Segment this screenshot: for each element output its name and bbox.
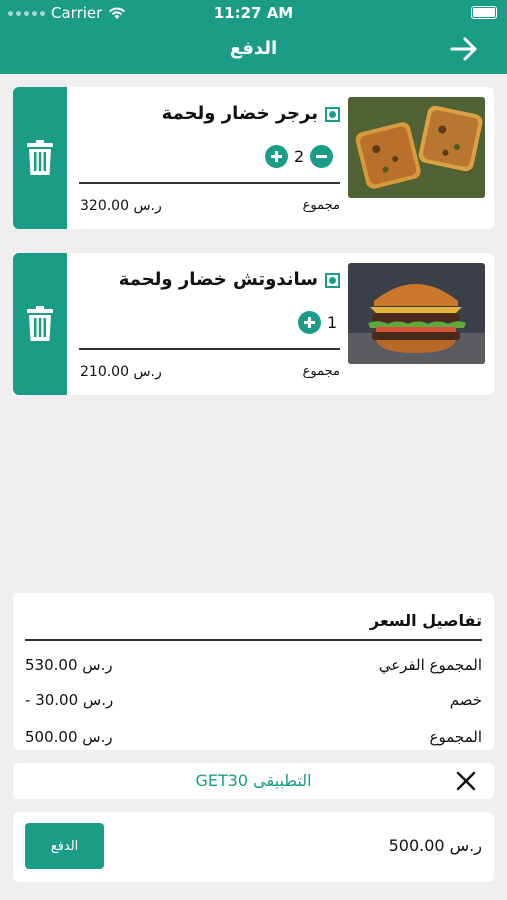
quantity-stepper: 2 <box>265 144 334 168</box>
checkout-footer: الدفع ر.س 500.00 <box>13 812 494 882</box>
total-value: ر.س 500.00 <box>25 728 113 746</box>
veg-indicator-icon <box>325 107 340 122</box>
subtotal-value: ر.س 530.00 <box>25 656 113 674</box>
subtotal-row: المجموع الفرعي ر.س 530.00 <box>25 656 482 678</box>
burger-photo-icon <box>348 263 485 364</box>
toast-photo-icon <box>348 97 485 198</box>
plus-icon[interactable] <box>265 144 288 168</box>
page-title: الدفع <box>229 38 278 59</box>
item-total-label: مجموع <box>302 198 340 213</box>
total-row: المجموع ر.س 500.00 <box>25 728 482 750</box>
discount-value: - ر.س 30.00 <box>25 691 114 709</box>
item-total-label: مجموع <box>302 364 340 379</box>
quantity-value: 2 <box>294 146 305 166</box>
trash-icon <box>27 140 53 175</box>
coupon-bar: التطبيقى GET30 <box>13 763 494 799</box>
item-price: ر.س 210.00 <box>80 364 162 380</box>
clock: 11:27 AM <box>213 4 294 22</box>
footer-total: ر.س 500.00 <box>388 836 482 855</box>
veg-indicator-icon <box>325 273 340 288</box>
quantity-value: 1 <box>327 312 338 332</box>
plus-icon[interactable] <box>298 310 321 334</box>
cart-item: برجر خضار ولحمة 2 ر.س 320.00 مجموع <box>13 87 494 229</box>
minus-icon[interactable] <box>310 144 334 168</box>
item-price: ر.س 320.00 <box>80 198 162 214</box>
divider <box>25 639 482 641</box>
discount-row: خصم - ر.س 30.00 <box>25 691 482 713</box>
item-name: برجر خضار ولحمة <box>161 103 318 124</box>
delete-button[interactable] <box>13 253 67 395</box>
trash-icon <box>27 306 53 341</box>
status-bar: Carrier 11:27 AM <box>0 0 507 26</box>
applied-coupon: التطبيقى GET30 <box>195 771 312 790</box>
pay-button[interactable]: الدفع <box>25 823 104 869</box>
divider <box>79 182 340 184</box>
subtotal-label: المجموع الفرعي <box>378 656 482 674</box>
app-header: Carrier 11:27 AM الدفع <box>0 0 507 74</box>
battery-icon <box>471 6 497 19</box>
item-name: ساندوتش خضار ولحمة <box>118 269 318 290</box>
price-details-title: تفاصيل السعر <box>369 611 482 630</box>
cart-item: ساندوتش خضار ولحمة 1 ر.س 210.00 مجموع <box>13 253 494 395</box>
divider <box>79 348 340 350</box>
item-image <box>348 263 485 364</box>
delete-button[interactable] <box>13 87 67 229</box>
quantity-stepper: 1 <box>298 310 337 334</box>
close-icon[interactable] <box>455 770 477 792</box>
price-details-card: تفاصيل السعر المجموع الفرعي ر.س 530.00 خ… <box>13 593 494 750</box>
total-label: المجموع <box>429 728 482 746</box>
back-arrow-icon[interactable] <box>449 34 479 64</box>
discount-label: خصم <box>449 691 482 709</box>
item-image <box>348 97 485 198</box>
